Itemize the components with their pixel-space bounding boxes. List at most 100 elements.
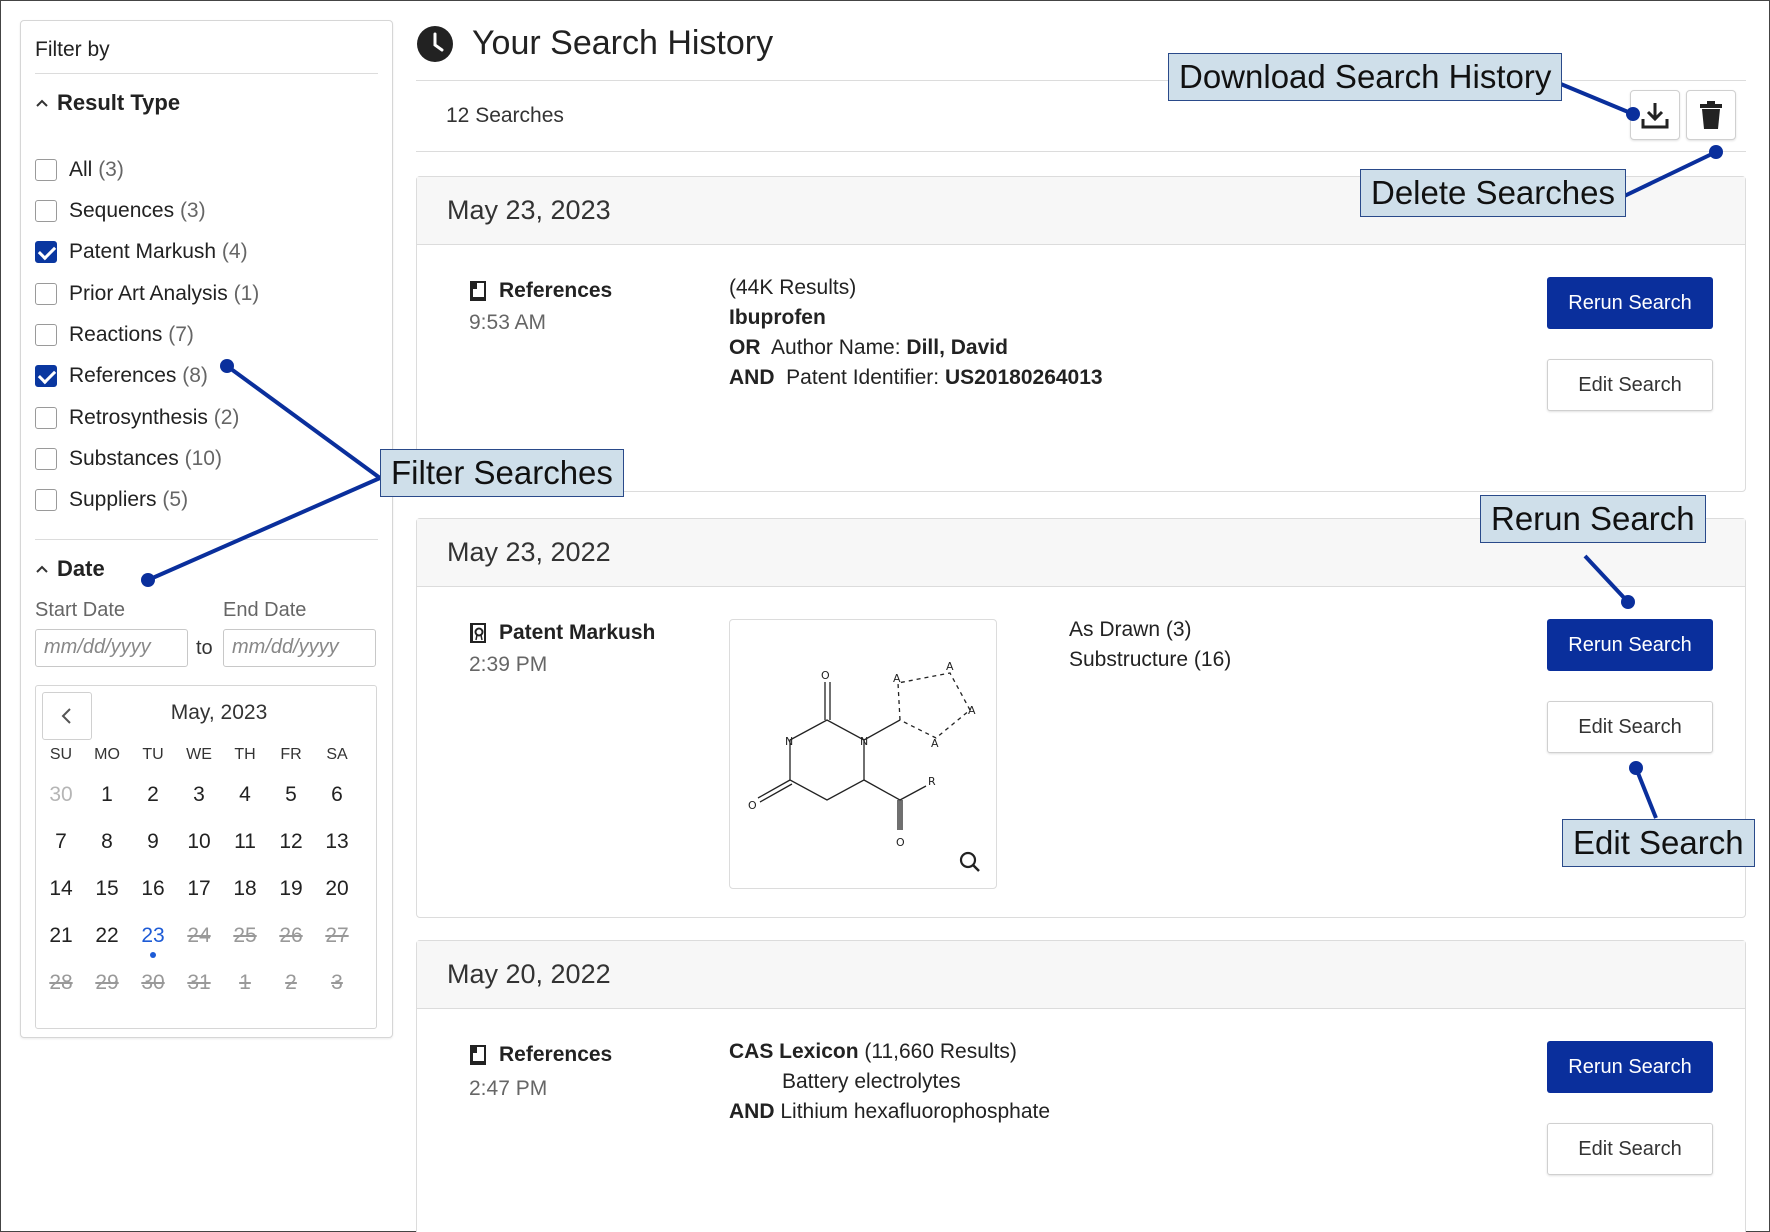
calendar-day[interactable]: 3 [176,783,222,807]
edit-search-button[interactable]: Edit Search [1547,701,1713,753]
calendar-weekday: TU [142,746,164,763]
filter-option[interactable]: Retrosynthesis (2) [35,403,239,433]
checkbox[interactable] [35,489,57,511]
calendar-day[interactable]: 6 [314,783,360,807]
divider [35,73,378,74]
checkbox[interactable] [35,283,57,305]
query-operator: AND [729,366,775,389]
result-type-toggle[interactable]: Result Type [35,90,180,116]
filter-option-count: (3) [98,158,124,181]
delete-button[interactable] [1686,90,1736,140]
checkbox[interactable] [35,159,57,181]
calendar-day[interactable]: 15 [84,877,130,901]
structure-thumbnail[interactable]: O N N O O R A A A A [729,619,997,889]
filter-option-label: Patent Markush [69,240,217,263]
patent-icon [470,623,486,643]
rerun-search-button[interactable]: Rerun Search [1547,277,1713,329]
download-button[interactable] [1630,90,1680,140]
calendar-day[interactable]: 10 [176,830,222,854]
checkbox[interactable] [35,241,57,263]
clock-icon [417,25,453,62]
end-date-input[interactable]: mm/dd/yyyy [223,629,376,667]
trash-icon [1700,101,1722,129]
svg-text:A: A [968,704,976,717]
card-date: May 20, 2022 [417,941,1745,1009]
calendar-day: 29 [95,971,119,994]
calendar-day[interactable]: 13 [314,830,360,854]
svg-text:A: A [931,737,939,750]
filter-option[interactable]: Substances (10) [35,444,222,474]
book-icon [470,1045,486,1065]
filter-option-count: (7) [168,323,194,346]
entry-type: References [469,1043,612,1067]
history-card: May 23, 2023 References 9:53 AM (44K Res… [416,176,1746,492]
checkbox[interactable] [35,324,57,346]
query-term: Battery electrolytes [782,1070,961,1093]
search-count: 12 Searches [446,104,564,127]
filter-option-label: Prior Art Analysis [69,282,228,305]
checkbox[interactable] [35,200,57,222]
book-icon [470,281,486,301]
svg-text:N: N [785,735,793,748]
calendar-day[interactable]: 8 [84,830,130,854]
query-value: US20180264013 [944,366,1103,389]
filter-option[interactable]: Prior Art Analysis (1) [35,279,259,309]
calendar-day: 28 [49,971,73,994]
zoom-icon [959,851,980,872]
end-date-label: End Date [223,599,307,621]
calendar-day[interactable]: 7 [38,830,84,854]
filter-option[interactable]: References (8) [35,361,208,391]
calendar-day[interactable]: 11 [222,830,268,854]
checkbox[interactable] [35,407,57,429]
calendar-day[interactable]: 22 [84,924,130,948]
filter-option-count: (2) [213,406,240,429]
history-card: May 23, 2022 Patent Markush 2:39 PM O N … [416,518,1746,918]
page-header: Your Search History [416,24,773,63]
calendar-month: May, 2023 [170,701,268,724]
filter-option[interactable]: Reactions (7) [35,320,194,350]
date-heading: Date [57,556,105,581]
calendar-weekday: SU [49,746,73,763]
calendar-day[interactable]: 23 [130,924,176,958]
calendar-day[interactable]: 18 [222,877,268,901]
search-options: As Drawn (3) Substructure (16) [1069,615,1231,675]
calendar-day[interactable]: 2 [130,783,176,807]
calendar-weekday: FR [280,746,302,763]
calendar-day[interactable]: 20 [314,877,360,901]
callout-delete: Delete Searches [1360,169,1626,217]
entry-type: Patent Markush [469,621,655,645]
checkbox[interactable] [35,448,57,470]
rerun-search-button[interactable]: Rerun Search [1547,1041,1713,1093]
calendar-day[interactable]: 14 [38,877,84,901]
rerun-search-button[interactable]: Rerun Search [1547,619,1713,671]
calendar-day[interactable]: 17 [176,877,222,901]
calendar-day[interactable]: 1 [84,783,130,807]
callout-filter: Filter Searches [380,449,624,497]
calendar-day[interactable]: 16 [130,877,176,901]
calendar-day[interactable]: 21 [38,924,84,948]
filter-option-label: All [69,158,93,181]
calendar-day[interactable]: 19 [268,877,314,901]
divider [35,539,378,540]
edit-search-button[interactable]: Edit Search [1547,1123,1713,1175]
filter-option[interactable]: All (3) [35,155,124,185]
calendar-day: 24 [187,924,211,947]
query-term: Lithium hexafluorophosphate [780,1100,1051,1123]
filter-option[interactable]: Suppliers (5) [35,485,188,515]
start-date-input[interactable]: mm/dd/yyyy [35,629,188,667]
calendar-day[interactable]: 5 [268,783,314,807]
svg-text:O: O [896,836,905,849]
calendar-day[interactable]: 9 [130,830,176,854]
filter-option-label: Reactions [69,323,163,346]
date-toggle[interactable]: Date [35,556,105,582]
calendar-day: 2 [285,971,297,994]
calendar-day[interactable]: 12 [268,830,314,854]
filter-title: Filter by [35,38,110,61]
filter-option[interactable]: Sequences (3) [35,196,206,226]
filter-option-count: (10) [184,447,222,470]
checkbox[interactable] [35,365,57,387]
calendar-day[interactable]: 4 [222,783,268,807]
calendar-weekday: WE [186,746,212,763]
edit-search-button[interactable]: Edit Search [1547,359,1713,411]
filter-option[interactable]: Patent Markush (4) [35,237,248,267]
